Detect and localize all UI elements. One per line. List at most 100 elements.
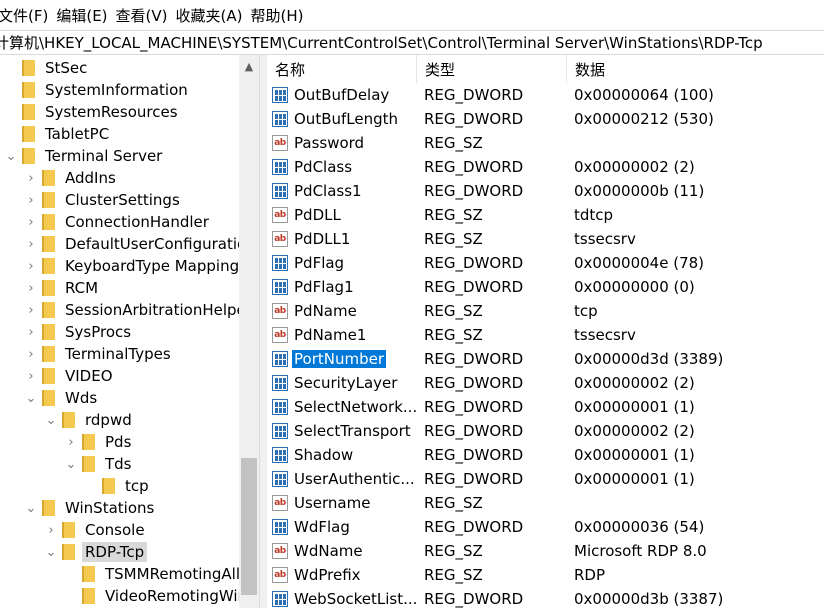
value-row[interactable]: UserAuthentic... REG_DWORD 0x00000001 (1) xyxy=(267,467,824,491)
tree-item[interactable]: ⌄ Tds xyxy=(65,453,135,475)
collapsed-chevron-icon[interactable]: › xyxy=(25,189,37,211)
value-row[interactable]: SecurityLayer REG_DWORD 0x00000002 (2) xyxy=(267,371,824,395)
menu-favorites[interactable]: 收藏夹(A) xyxy=(176,5,251,26)
collapsed-chevron-icon[interactable]: › xyxy=(25,277,37,299)
value-name-cell: ab WdPrefix xyxy=(272,563,420,587)
collapsed-chevron-icon[interactable]: › xyxy=(25,343,37,365)
reg-dword-icon xyxy=(272,279,288,295)
tree-item[interactable]: ⌄ Wds xyxy=(25,387,100,409)
expanded-chevron-icon[interactable]: ⌄ xyxy=(25,387,37,409)
column-type-header[interactable]: 类型 xyxy=(417,55,567,83)
reg-dword-icon xyxy=(272,111,288,127)
value-row[interactable]: PdClass REG_DWORD 0x00000002 (2) xyxy=(267,155,824,179)
value-data: 0x00000001 (1) xyxy=(574,446,695,464)
folder-icon xyxy=(42,345,55,363)
value-row[interactable]: ab Username REG_SZ xyxy=(267,491,824,515)
tree-item[interactable]: StSec xyxy=(5,57,90,79)
value-row[interactable]: WebSocketList... REG_DWORD 0x00000d3b (338… xyxy=(267,587,824,608)
folder-icon xyxy=(62,521,75,539)
folder-icon xyxy=(42,301,55,319)
column-data-header[interactable]: 数据 xyxy=(567,55,824,83)
value-data: tssecsrv xyxy=(574,230,636,248)
folder-icon xyxy=(42,389,55,407)
expanded-chevron-icon[interactable]: ⌄ xyxy=(5,145,17,167)
folder-icon xyxy=(42,279,55,297)
value-name: PdName xyxy=(294,302,357,320)
tree-item[interactable]: › RCM xyxy=(25,277,101,299)
tree-item[interactable]: › Pds xyxy=(65,431,134,453)
scroll-thumb[interactable] xyxy=(241,458,257,595)
menu-file[interactable]: 文件(F) xyxy=(0,5,56,26)
value-row[interactable]: OutBufLength REG_DWORD 0x00000212 (530) xyxy=(267,107,824,131)
value-name: UserAuthentic... xyxy=(294,470,415,488)
tree-item[interactable]: › ConnectionHandler xyxy=(25,211,212,233)
tree-item[interactable]: › TerminalTypes xyxy=(25,343,174,365)
value-type: REG_DWORD xyxy=(424,278,524,296)
collapsed-chevron-icon[interactable]: › xyxy=(25,365,37,387)
tree-item-label: DefaultUserConfiguration xyxy=(65,235,256,253)
collapsed-chevron-icon[interactable]: › xyxy=(25,167,37,189)
value-row[interactable]: PdFlag1 REG_DWORD 0x00000000 (0) xyxy=(267,275,824,299)
value-row[interactable]: ab PdName REG_SZ tcp xyxy=(267,299,824,323)
value-row[interactable]: ab WdPrefix REG_SZ RDP xyxy=(267,563,824,587)
tree-item[interactable]: TabletPC xyxy=(5,123,112,145)
tree-item[interactable]: › DefaultUserConfiguration xyxy=(25,233,259,255)
tree-item[interactable]: VideoRemotingWin xyxy=(65,585,250,607)
tree-item[interactable]: ⌄ WinStations xyxy=(25,497,157,519)
value-row[interactable]: PdFlag REG_DWORD 0x0000004e (78) xyxy=(267,251,824,275)
tree-item[interactable]: › VIDEO xyxy=(25,365,116,387)
reg-sz-icon: ab xyxy=(272,543,288,559)
tree-item[interactable]: TSMMRemotingAllc xyxy=(65,563,251,585)
expanded-chevron-icon[interactable]: ⌄ xyxy=(65,453,77,475)
collapsed-chevron-icon[interactable]: › xyxy=(25,321,37,343)
tree-item[interactable]: ⌄ rdpwd xyxy=(45,409,135,431)
value-row[interactable]: OutBufDelay REG_DWORD 0x00000064 (100) xyxy=(267,83,824,107)
tree-item[interactable]: ⌄ Terminal Server xyxy=(5,145,165,167)
value-data: 0x00000d3b (3387) xyxy=(574,590,724,608)
tree-item[interactable]: › SessionArbitrationHelper xyxy=(25,299,255,321)
value-row[interactable]: ab PdName1 REG_SZ tssecsrv xyxy=(267,323,824,347)
value-type: REG_SZ xyxy=(424,566,483,584)
column-name-header[interactable]: 名称 xyxy=(267,55,417,83)
tree-item[interactable]: SystemResources xyxy=(5,101,181,123)
tree-item[interactable]: › Console xyxy=(45,519,148,541)
collapsed-chevron-icon[interactable]: › xyxy=(65,431,77,453)
collapsed-chevron-icon[interactable]: › xyxy=(25,255,37,277)
menu-view[interactable]: 查看(V) xyxy=(116,5,176,26)
tree-item[interactable]: ⌄ RDP-Tcp xyxy=(45,541,148,563)
tree-item-label: rdpwd xyxy=(85,411,132,429)
value-row[interactable]: PortNumber REG_DWORD 0x00000d3d (3389) xyxy=(267,347,824,371)
value-row[interactable]: WdFlag REG_DWORD 0x00000036 (54) xyxy=(267,515,824,539)
value-row[interactable]: Shadow REG_DWORD 0x00000001 (1) xyxy=(267,443,824,467)
menu-help[interactable]: 帮助(H) xyxy=(250,5,311,26)
value-row[interactable]: ab Password REG_SZ xyxy=(267,131,824,155)
expanded-chevron-icon[interactable]: ⌄ xyxy=(45,409,57,431)
value-type: REG_DWORD xyxy=(424,518,524,536)
collapsed-chevron-icon[interactable]: › xyxy=(25,211,37,233)
collapsed-chevron-icon[interactable]: › xyxy=(25,233,37,255)
address-path[interactable]: 计算机\HKEY_LOCAL_MACHINE\SYSTEM\CurrentCon… xyxy=(0,32,763,53)
menu-edit[interactable]: 编辑(E) xyxy=(56,5,115,26)
collapsed-chevron-icon[interactable]: › xyxy=(25,299,37,321)
value-row[interactable]: ab PdDLL1 REG_SZ tssecsrv xyxy=(267,227,824,251)
value-name: SecurityLayer xyxy=(294,374,398,392)
value-type: REG_SZ xyxy=(424,542,483,560)
tree-item[interactable]: SystemInformation xyxy=(5,79,191,101)
value-row[interactable]: ab PdDLL REG_SZ tdtcp xyxy=(267,203,824,227)
tree-item[interactable]: › SysProcs xyxy=(25,321,134,343)
tree-item[interactable]: › ClusterSettings xyxy=(25,189,183,211)
value-row[interactable]: ab WdName REG_SZ Microsoft RDP 8.0 xyxy=(267,539,824,563)
value-row[interactable]: PdClass1 REG_DWORD 0x0000000b (11) xyxy=(267,179,824,203)
expanded-chevron-icon[interactable]: ⌄ xyxy=(45,541,57,563)
tree-scrollbar[interactable]: ▲ xyxy=(239,55,259,608)
tree-item[interactable]: tcp xyxy=(85,475,152,497)
tree-item[interactable]: › KeyboardType Mapping xyxy=(25,255,242,277)
value-type: REG_DWORD xyxy=(424,158,524,176)
scroll-up-icon[interactable]: ▲ xyxy=(239,55,259,77)
address-bar[interactable]: 计算机\HKEY_LOCAL_MACHINE\SYSTEM\CurrentCon… xyxy=(0,30,824,55)
value-row[interactable]: SelectTransport REG_DWORD 0x00000002 (2) xyxy=(267,419,824,443)
tree-item[interactable]: › AddIns xyxy=(25,167,119,189)
expanded-chevron-icon[interactable]: ⌄ xyxy=(25,497,37,519)
collapsed-chevron-icon[interactable]: › xyxy=(45,519,57,541)
value-row[interactable]: SelectNetwork... REG_DWORD 0x00000001 (1) xyxy=(267,395,824,419)
